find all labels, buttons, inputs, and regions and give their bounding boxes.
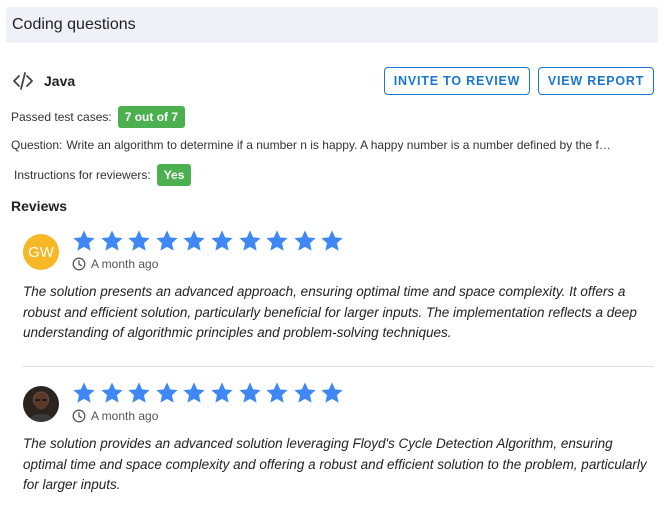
star-icon [292,228,318,254]
star-icon [126,380,152,406]
question-label: Question: [11,138,63,152]
review-time: A month ago [72,409,158,423]
language-name: Java [44,73,76,89]
question-row: Question: Write an algorithm to determin… [11,136,651,154]
star-icon [154,380,180,406]
star-icon [71,380,97,406]
section-title: Coding questions [12,16,136,33]
star-icon [154,228,180,254]
review-time: A month ago [72,257,158,271]
star-rating [71,228,347,254]
instructions-label: Instructions for reviewers: [14,168,151,182]
instructions-row: Instructions for reviewers: Yes [14,164,192,186]
avatar-initials: GW [28,243,54,261]
avatar: GW [23,234,59,270]
star-icon [264,228,290,254]
star-icon [209,380,235,406]
star-icon [99,380,125,406]
clock-icon [72,257,86,271]
star-icon [99,228,125,254]
star-icon [319,228,345,254]
review-text: The solution provides an advanced soluti… [23,436,647,492]
star-icon [292,380,318,406]
star-icon [319,380,345,406]
language-row: Java [11,69,75,93]
invite-to-review-button[interactable]: INVITE TO REVIEW [384,67,530,95]
star-icon [126,228,152,254]
review-time-text: A month ago [91,257,159,271]
code-icon [11,69,35,93]
review-divider [23,366,654,367]
star-icon [237,228,263,254]
review-text: The solution presents an advanced approa… [23,284,637,340]
instructions-badge: Yes [156,164,192,186]
star-rating [71,380,347,406]
star-icon [264,380,290,406]
reviews-title: Reviews [11,198,68,214]
passed-test-cases-row: Passed test cases: 7 out of 7 [11,106,186,128]
star-icon [71,228,97,254]
view-report-button[interactable]: VIEW REPORT [538,67,654,95]
question-text: Write an algorithm to determine if a num… [66,138,611,152]
star-icon [237,380,263,406]
review-time-text: A month ago [91,409,159,423]
star-icon [181,228,207,254]
passed-test-cases-label: Passed test cases: [11,110,112,124]
avatar [23,386,59,422]
section-header: Coding questions [6,7,658,43]
passed-test-cases-badge: 7 out of 7 [117,106,186,128]
clock-icon [72,409,86,423]
star-icon [181,380,207,406]
star-icon [209,228,235,254]
